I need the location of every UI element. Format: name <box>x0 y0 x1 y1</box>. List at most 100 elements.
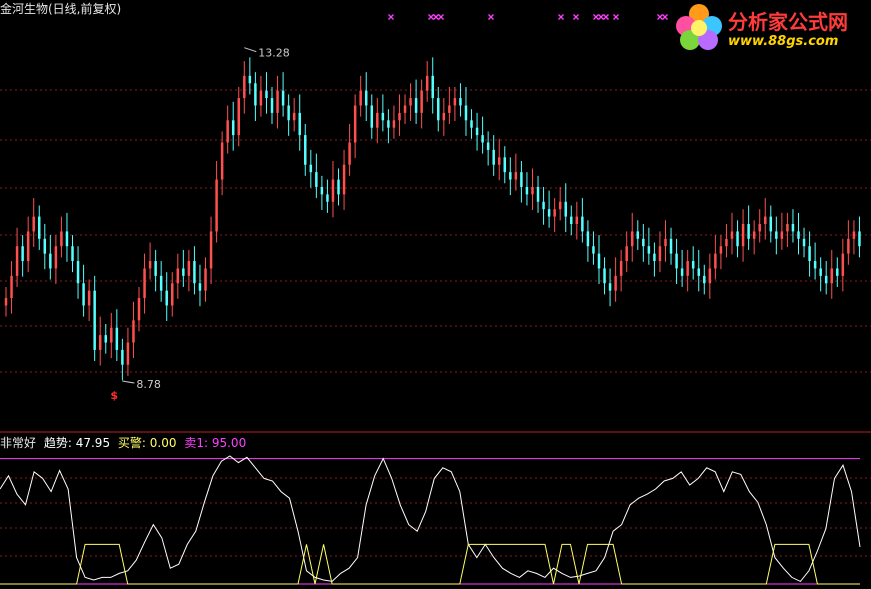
candle-body <box>813 261 817 269</box>
candle-body <box>38 216 41 239</box>
candle-body <box>475 127 479 136</box>
candle-body <box>797 231 800 239</box>
candle-body <box>376 112 379 128</box>
candle-body <box>187 261 191 276</box>
candle-body <box>525 186 529 195</box>
candle-body <box>231 120 235 136</box>
stock-chart[interactable]: 13.28 8.78 $ <box>0 0 871 589</box>
candle-body <box>486 142 490 150</box>
candle-body <box>226 120 229 143</box>
candle-body <box>4 298 8 306</box>
sell-cross-marker <box>438 14 444 20</box>
candle-body <box>110 327 113 343</box>
candle-body <box>841 253 845 276</box>
logo-title: 分析家公式网 <box>728 10 848 34</box>
candle-body <box>625 246 628 262</box>
candle-body <box>780 231 784 239</box>
candle-body <box>597 253 601 269</box>
candle-body <box>509 172 512 180</box>
sell-cross-marker <box>488 14 494 20</box>
candle-body <box>852 231 856 239</box>
buy-alert-line <box>0 543 860 585</box>
candle-body <box>165 290 168 306</box>
candle-body <box>453 98 457 106</box>
candle-body <box>315 172 318 187</box>
candle-body <box>802 238 806 247</box>
candle-body <box>304 135 307 165</box>
candle-body <box>259 90 263 106</box>
candle-body <box>531 186 534 195</box>
candle-body <box>237 98 241 136</box>
candle-body <box>470 120 473 128</box>
candle-body <box>847 238 850 254</box>
candle-body <box>542 201 545 210</box>
candle-body <box>570 216 573 224</box>
candle-body <box>647 246 651 254</box>
signal-marker: $ <box>110 389 118 402</box>
candle-body <box>703 275 706 284</box>
candle-body <box>791 224 795 232</box>
candle-body <box>481 135 484 143</box>
candle-body <box>414 98 418 113</box>
candle-body <box>132 320 135 343</box>
candle-body <box>76 261 80 284</box>
candle-body <box>747 224 750 239</box>
high-price-label: 13.28 <box>258 47 290 60</box>
candle-body <box>370 105 374 128</box>
candle-body <box>270 98 274 113</box>
sell-cross-marker <box>388 14 394 20</box>
candle-body <box>675 253 678 269</box>
candle-body <box>409 98 412 106</box>
sell-cross-marker <box>657 14 663 20</box>
high-marker-arrow <box>244 47 257 53</box>
sell-cross-marker <box>593 14 599 20</box>
candle-body <box>492 149 495 165</box>
sell-cross-marker <box>433 14 439 20</box>
candle-body <box>309 164 313 173</box>
candle-body <box>653 253 656 262</box>
candle-body <box>547 209 551 217</box>
sell-label: 卖1: 95.00 <box>184 436 247 450</box>
sell-cross-marker <box>428 14 434 20</box>
buy-alert-label: 买警: 0.00 <box>117 436 177 450</box>
candle-body <box>392 120 396 128</box>
candle-body <box>326 194 329 202</box>
candle-body <box>459 98 462 106</box>
candle-body <box>592 246 595 254</box>
candle-body <box>714 253 717 269</box>
candle-body <box>830 268 833 284</box>
candle-body <box>87 290 91 306</box>
candle-body <box>159 275 163 291</box>
candle-body <box>126 342 130 365</box>
candle-body <box>824 275 828 284</box>
candle-body <box>359 90 362 106</box>
candle-body <box>104 335 108 343</box>
candle-body <box>171 283 174 306</box>
indicator-legend: 非常好 趋势: 47.95 买警: 0.00 卖1: 95.00 <box>0 434 250 451</box>
low-marker-arrow <box>122 380 135 384</box>
candle-body <box>680 268 684 276</box>
candle-body <box>121 349 124 365</box>
candle-body <box>786 224 789 232</box>
candle-body <box>836 268 839 276</box>
site-logo: 分析家公式网 www.88gs.com <box>672 2 868 54</box>
candle-body <box>736 231 739 247</box>
candle-body <box>536 186 540 202</box>
candle-body <box>763 216 767 224</box>
candle-body <box>464 105 468 121</box>
candle-body <box>353 105 357 143</box>
candle-body <box>686 261 689 276</box>
candle-body <box>819 268 822 276</box>
candle-body <box>431 75 434 99</box>
candle-body <box>442 112 446 121</box>
candle-body <box>49 253 52 269</box>
candle-body <box>630 231 634 247</box>
candle-body <box>182 268 185 276</box>
candle-body <box>15 246 19 276</box>
candle-body <box>558 201 562 210</box>
trend-label: 趋势: 47.95 <box>43 436 111 450</box>
candle-body <box>420 90 423 113</box>
candle-body <box>775 231 778 239</box>
candle-body <box>719 246 723 254</box>
candle-body <box>143 268 146 299</box>
